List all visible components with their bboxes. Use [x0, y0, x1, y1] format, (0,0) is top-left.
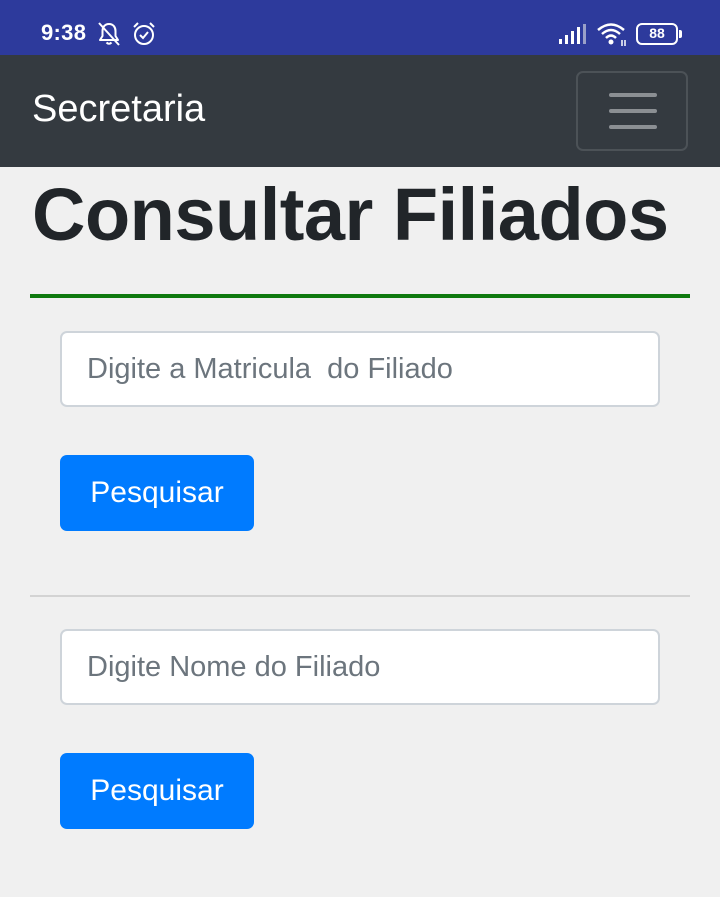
navbar: Secretaria [0, 55, 720, 167]
navbar-toggle-button[interactable] [576, 71, 688, 151]
alarm-icon [131, 21, 157, 52]
battery-icon: 88 [636, 23, 682, 45]
status-bar: 9:38 88 [0, 0, 720, 55]
hamburger-menu-icon [609, 93, 657, 97]
name-search-input[interactable] [60, 629, 660, 705]
navbar-brand[interactable]: Secretaria [32, 88, 205, 131]
matricula-search-input[interactable] [60, 331, 660, 407]
status-time: 9:38 [41, 20, 87, 45]
title-divider [30, 294, 690, 298]
signal-icon [558, 24, 586, 49]
section-divider [30, 595, 690, 597]
name-search-button[interactable]: Pesquisar [60, 753, 254, 829]
wifi-icon [596, 21, 628, 52]
matricula-search-button[interactable]: Pesquisar [60, 455, 254, 531]
page-title: Consultar Filiados [32, 173, 669, 256]
bell-off-icon [97, 21, 121, 52]
